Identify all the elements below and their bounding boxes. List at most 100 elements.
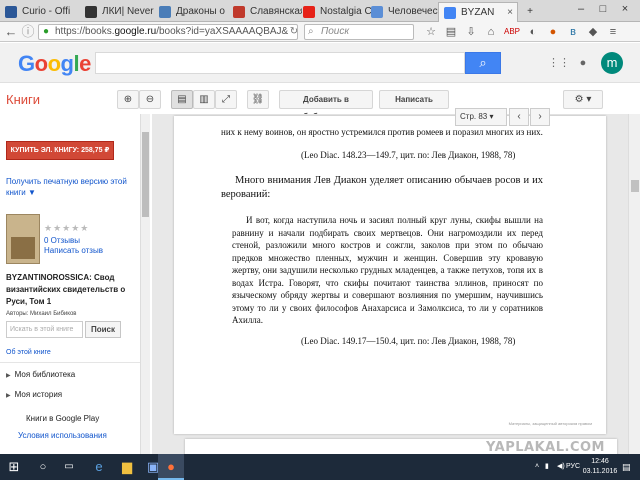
left-panel-scrollbar[interactable]: [140, 114, 150, 454]
language-indicator[interactable]: РУС: [566, 454, 580, 480]
close-tab-icon[interactable]: ×: [507, 3, 513, 22]
book-cover[interactable]: [6, 214, 40, 264]
addon-icon-2[interactable]: ●: [546, 25, 560, 39]
download-icon[interactable]: ⇩: [464, 25, 478, 39]
edge-icon[interactable]: e: [86, 454, 112, 480]
about-book-link[interactable]: Об этой книге: [6, 347, 51, 358]
reading-list-icon[interactable]: ▤: [444, 25, 458, 39]
maximize-icon[interactable]: □: [592, 0, 614, 20]
tab-favicon: [303, 6, 315, 18]
browser-tab-5[interactable]: Nostalgia Cr: [298, 2, 372, 22]
zoom-out-icon[interactable]: ⊖: [139, 90, 161, 109]
info-icon[interactable]: ⓘ: [19, 23, 37, 41]
two-page-icon[interactable]: ▥: [193, 90, 215, 109]
print-version-link[interactable]: Получить печатную версию этой книги ▼: [6, 176, 134, 198]
addon-icon[interactable]: ◐: [526, 25, 540, 39]
browser-tab-4[interactable]: Славянская: [228, 2, 302, 22]
close-window-icon[interactable]: ×: [614, 0, 636, 20]
rating-stars[interactable]: ★★★★★: [44, 223, 89, 234]
terms-link[interactable]: Условия использования: [18, 431, 107, 440]
tab-favicon: [5, 6, 17, 18]
book-title[interactable]: BYZANTINOROSSICA: Свод византийских свид…: [6, 272, 136, 308]
volume-icon[interactable]: ◀): [557, 454, 565, 480]
tab-label: BYZAN: [461, 7, 495, 18]
browser-search-input[interactable]: ⌕ Поиск: [304, 24, 414, 40]
tray-arrow-icon[interactable]: ˄: [535, 454, 539, 480]
vk-icon[interactable]: в: [566, 25, 580, 39]
nav-google-play[interactable]: Книги в Google Play: [26, 414, 99, 423]
new-tab-button[interactable]: +: [520, 2, 540, 22]
next-page-button[interactable]: ›: [530, 108, 550, 126]
firefox-icon[interactable]: ●: [158, 454, 184, 480]
url-bar[interactable]: ● https://books.google.ru/books?id=yaXSAA…: [38, 24, 298, 40]
tab-favicon: [371, 6, 383, 18]
book-author: Авторы: Михаил Бибиков: [6, 311, 77, 317]
nav-my-history[interactable]: ▶ Моя история: [6, 390, 62, 399]
chevron-right-icon: ▶: [6, 393, 11, 399]
nav-label: Моя библиотека: [14, 370, 76, 379]
tab-favicon: [85, 6, 97, 18]
book-search-button[interactable]: Поиск: [85, 321, 121, 338]
windows-start-icon[interactable]: ⊞: [0, 454, 28, 480]
logo-letter: G: [18, 51, 35, 76]
menu-icon[interactable]: ≡: [606, 25, 620, 39]
single-page-icon[interactable]: ▤: [171, 90, 193, 109]
book-viewer[interactable]: них к нему воинов, он яростно устремился…: [152, 114, 628, 454]
zoom-in-icon[interactable]: ⊕: [117, 90, 139, 109]
google-search-input[interactable]: [95, 52, 465, 74]
browser-tab-6[interactable]: Человеческ: [366, 2, 440, 22]
url-prefix: https://books.: [55, 26, 115, 37]
settings-gear-icon[interactable]: ⚙ ▾: [563, 90, 603, 109]
tab-label: Nostalgia Cr: [320, 6, 372, 17]
task-view-icon[interactable]: ▭: [56, 454, 82, 480]
scrollbar-thumb[interactable]: [631, 180, 639, 192]
fullscreen-icon[interactable]: ⤢: [215, 90, 237, 109]
network-icon[interactable]: ▮: [545, 454, 549, 480]
addon-icon-3[interactable]: ◆: [586, 25, 600, 39]
notification-center-icon[interactable]: ▤: [622, 454, 631, 480]
clock-date: 03.11.2016: [582, 468, 618, 475]
clock[interactable]: 12:46 03.11.2016: [580, 457, 620, 477]
write-review-link[interactable]: Написать отзыв: [44, 245, 103, 256]
browser-nav-bar: ← ⓘ ● https://books.google.ru/books?id=ya…: [0, 22, 640, 42]
avatar[interactable]: m: [601, 52, 623, 74]
reload-icon[interactable]: ↻: [285, 23, 303, 41]
add-to-library-button[interactable]: Добавить в библиотеку: [279, 90, 373, 121]
bookmark-star-icon[interactable]: ☆: [424, 25, 438, 39]
browser-tab-2[interactable]: ЛКИ| Never: [80, 2, 154, 22]
browser-tab-1[interactable]: Curio - Offi: [0, 2, 78, 22]
google-header: Google ⌕ ⋮⋮ ● m: [0, 43, 640, 83]
home-icon[interactable]: ⌂: [484, 25, 498, 39]
citation-1: (Leo Diac. 148.23—149.7, цит. по: Лев Ди…: [301, 150, 516, 160]
lock-icon: ●: [43, 26, 50, 37]
nav-my-library[interactable]: ▶ Моя библиотека: [6, 370, 75, 379]
google-search-button[interactable]: ⌕: [465, 52, 501, 74]
book-search-input[interactable]: Искать в этой книге: [6, 321, 83, 338]
tab-favicon: [444, 7, 456, 19]
buy-ebook-button[interactable]: КУПИТЬ ЭЛ. КНИГУ: 258,75 ₽: [6, 141, 114, 160]
adblock-icon[interactable]: ABP: [504, 25, 520, 39]
file-explorer-icon[interactable]: ▆: [114, 454, 140, 480]
notifications-icon[interactable]: ●: [576, 56, 590, 70]
browser-tab-active[interactable]: BYZAN ×: [438, 2, 518, 22]
tab-label: Драконы о: [176, 6, 225, 17]
write-review-button[interactable]: Написать отзыв: [379, 90, 449, 121]
top-paragraph: них к нему воинов, он яростно устремился…: [221, 127, 543, 137]
link-icon[interactable]: ⛓: [247, 90, 269, 109]
minimize-icon[interactable]: –: [570, 0, 592, 20]
apps-grid-icon[interactable]: ⋮⋮: [548, 56, 570, 70]
browser-tab-3[interactable]: Драконы о: [154, 2, 228, 22]
google-logo[interactable]: Google: [18, 51, 91, 77]
page-scrollbar[interactable]: [628, 114, 640, 454]
scrollbar-thumb[interactable]: [142, 132, 149, 217]
tab-label: Славянская: [250, 6, 302, 17]
chevron-down-icon: ▾: [489, 112, 494, 121]
books-section-title[interactable]: Книги: [6, 92, 40, 107]
nav-label: Книги в Google Play: [26, 414, 100, 423]
page-selector[interactable]: Стр. 83 ▾: [455, 108, 507, 126]
back-icon[interactable]: ←: [2, 23, 20, 41]
prev-page-button[interactable]: ‹: [509, 108, 529, 126]
tab-label: Curio - Offi: [22, 6, 71, 17]
watermark: YAPLAKAL.COM: [486, 440, 605, 455]
search-icon[interactable]: ○: [30, 454, 56, 480]
